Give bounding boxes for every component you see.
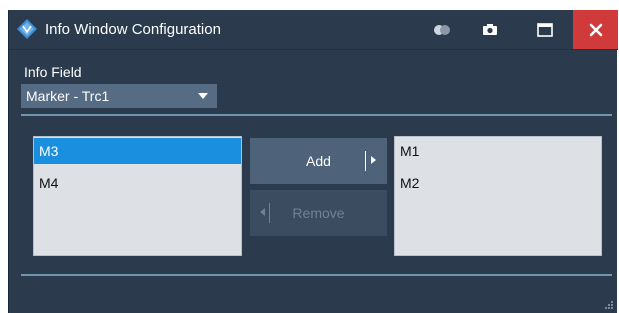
list-item[interactable]: M3 (34, 138, 241, 164)
info-field-selected-value: Marker - Trc1 (26, 88, 110, 104)
list-item[interactable]: M2 (395, 170, 601, 196)
close-icon (589, 23, 602, 36)
camera-icon (483, 24, 497, 35)
window-title: Info Window Configuration (45, 21, 221, 38)
title-bar[interactable]: Info Window Configuration (9, 10, 618, 50)
info-field-dropdown[interactable]: Marker - Trc1 (21, 84, 217, 108)
chevron-down-icon (198, 93, 208, 99)
remove-bar (269, 203, 270, 223)
info-field-label: Info Field (24, 64, 82, 80)
screenshot-button[interactable] (468, 10, 512, 49)
add-bar (365, 151, 366, 171)
add-button-label: Add (306, 153, 331, 169)
toggle-icon (434, 24, 450, 35)
info-window-configuration-dialog: Info Window Configuration Info Field Mar… (8, 10, 618, 313)
bottom-separator (21, 274, 612, 276)
maximize-button[interactable] (523, 10, 567, 49)
arrow-left-icon (260, 208, 265, 216)
list-item[interactable]: M4 (34, 170, 241, 196)
remove-button[interactable]: Remove (250, 190, 387, 236)
maximize-icon (537, 22, 553, 37)
available-markers-list[interactable]: M3 M4 (33, 136, 242, 256)
toggle-button[interactable] (420, 10, 464, 49)
chosen-markers-list[interactable]: M1 M2 (394, 136, 602, 256)
remove-button-label: Remove (292, 205, 345, 221)
arrow-right-icon (371, 156, 376, 164)
list-item[interactable]: M1 (395, 138, 601, 164)
top-separator (21, 114, 612, 116)
close-button[interactable] (573, 10, 618, 49)
resize-grip-icon[interactable] (604, 300, 614, 310)
add-button[interactable]: Add (250, 138, 387, 184)
rohde-schwarz-logo-icon (17, 19, 37, 39)
